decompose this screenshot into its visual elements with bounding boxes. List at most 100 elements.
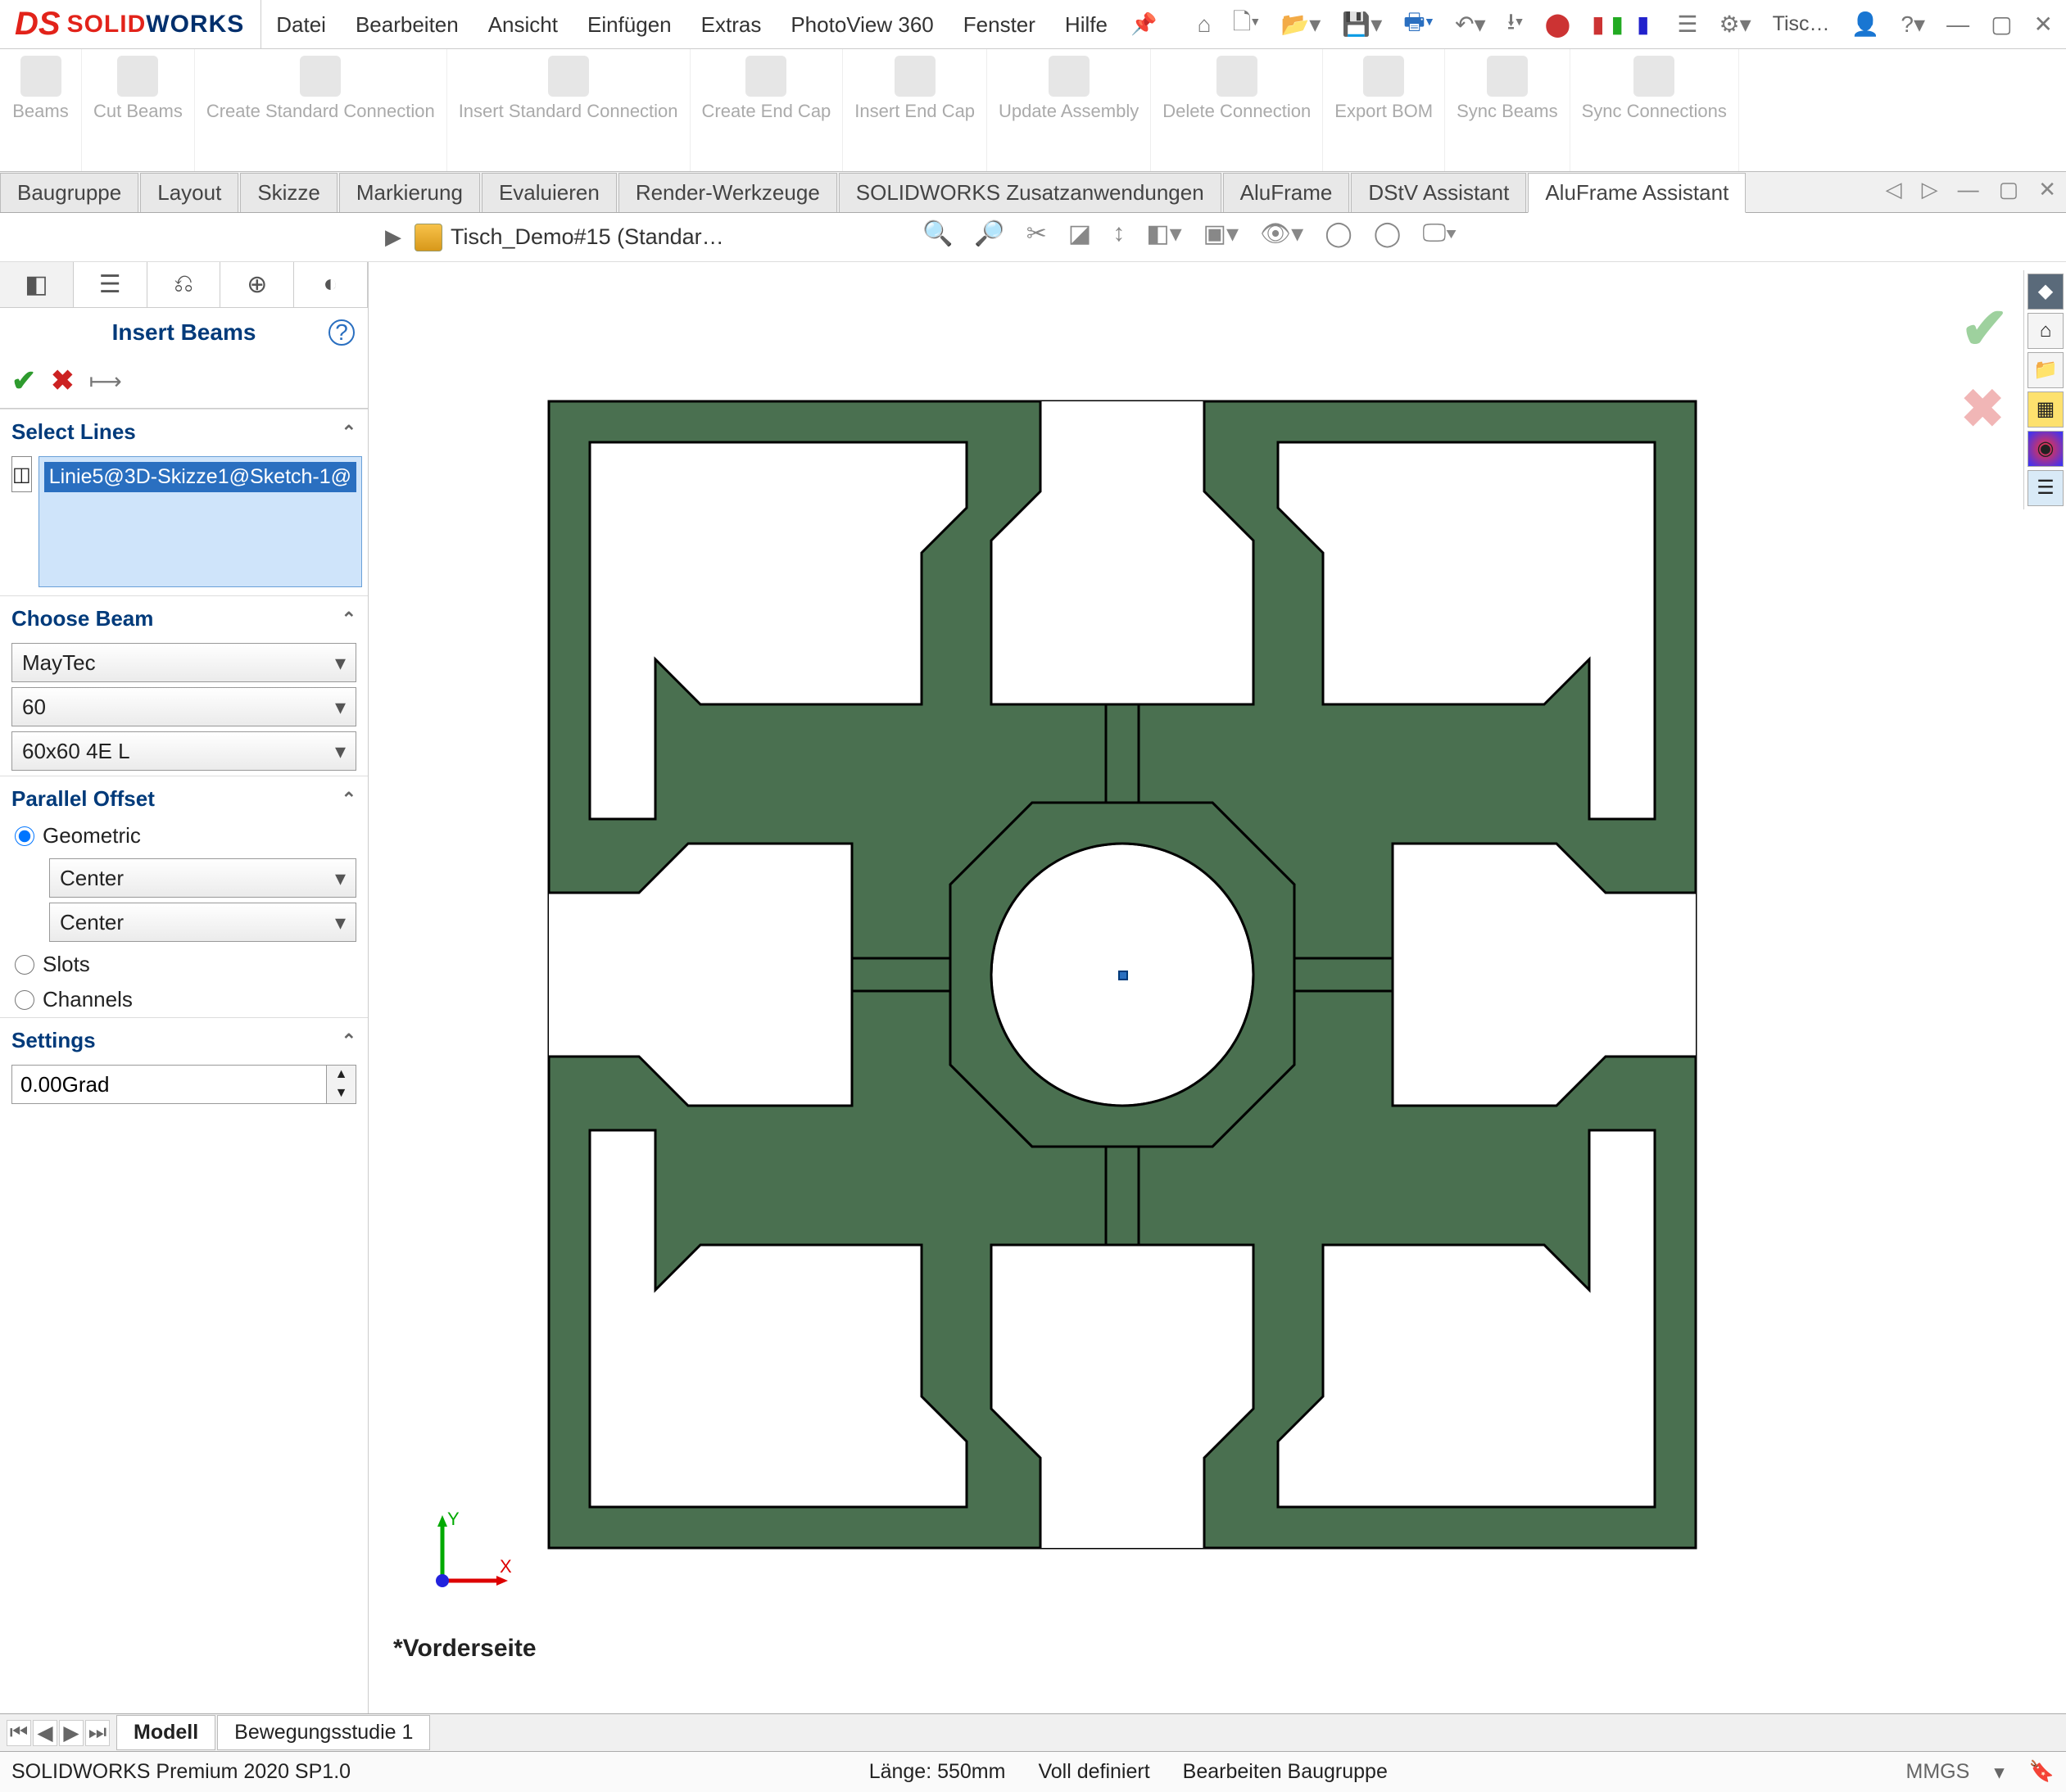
gear-icon[interactable]: ⚙▾ — [1712, 11, 1757, 38]
help-icon[interactable]: ?▾ — [1894, 11, 1932, 38]
selection-filter-icon[interactable]: ◫ — [11, 456, 32, 492]
status-custom-icon[interactable]: ▾ — [1994, 1760, 2005, 1785]
ribbon-sync-conn[interactable]: Sync Connections — [1570, 49, 1739, 171]
tab-dstv[interactable]: DStV Assistant — [1351, 173, 1526, 212]
tab-last-icon[interactable]: ⏭ — [85, 1720, 110, 1746]
tp-design-lib-icon[interactable]: ⌂ — [2027, 313, 2064, 349]
orient-icon[interactable]: ↕ — [1108, 219, 1130, 248]
radio-channels[interactable] — [15, 990, 34, 1010]
pm-tab-config-icon[interactable]: ⎌ — [147, 262, 221, 307]
status-units[interactable]: MMGS — [1906, 1760, 1970, 1784]
ribbon-sync-beams[interactable]: Sync Beams — [1445, 49, 1570, 171]
tab-motion-study[interactable]: Bewegungsstudie 1 — [217, 1715, 430, 1750]
menu-datei[interactable]: Datei — [261, 0, 341, 49]
new-doc-icon[interactable]: 🗋▾ — [1226, 5, 1266, 44]
doc-close-icon[interactable]: ✕ — [2033, 177, 2061, 202]
tab-layout[interactable]: Layout — [140, 173, 238, 212]
offset-axis2-dropdown[interactable]: Center▾ — [49, 903, 356, 942]
selection-list[interactable]: Linie5@3D-Skizze1@Sketch-1@ — [39, 456, 362, 587]
search-input[interactable]: Tisc… — [1766, 12, 1837, 36]
doc-maximize-icon[interactable]: ▢ — [1994, 177, 2024, 202]
ribbon-create-endcap[interactable]: Create End Cap — [691, 49, 844, 171]
print-icon[interactable]: 🖶▾ — [1397, 5, 1440, 44]
doc-next-icon[interactable]: ▷ — [1917, 177, 1943, 202]
magnify-icon[interactable]: ✂ — [1022, 219, 1052, 248]
menu-bearbeiten[interactable]: Bearbeiten — [341, 0, 473, 49]
pin-icon[interactable]: 📌 — [1122, 11, 1165, 37]
tp-file-explorer-icon[interactable]: 📁 — [2027, 352, 2064, 388]
viewport-ok-icon[interactable]: ✔ — [1960, 295, 2009, 362]
options-colorbar-icon[interactable]: ▮▮▮ — [1585, 11, 1662, 38]
pm-tab-dimxpert-icon[interactable]: ⊕ — [220, 262, 294, 307]
ribbon-delete-conn[interactable]: Delete Connection — [1151, 49, 1323, 171]
tp-custom-props-icon[interactable]: ☰ — [2027, 470, 2064, 506]
tp-appearance-icon[interactable]: ◉ — [2027, 431, 2064, 467]
panel-help-icon[interactable]: ? — [328, 319, 355, 346]
tab-aluframe-assistant[interactable]: AluFrame Assistant — [1528, 173, 1746, 213]
ribbon-create-std-conn[interactable]: Create Standard Connection — [195, 49, 447, 171]
select-icon[interactable]: ⭳▾ — [1501, 5, 1530, 44]
tab-next-icon[interactable]: ▶ — [59, 1720, 84, 1746]
menu-hilfe[interactable]: Hilfe — [1050, 0, 1122, 49]
section-icon[interactable]: ◪ — [1063, 219, 1096, 248]
size-dropdown[interactable]: 60▾ — [11, 687, 356, 726]
tab-markierung[interactable]: Markierung — [339, 173, 480, 212]
zoom-fit-icon[interactable]: 🔍 — [917, 219, 958, 248]
spin-down-icon[interactable]: ▼ — [327, 1084, 356, 1103]
collapse-icon[interactable]: ⌃ — [342, 789, 356, 810]
collapse-icon[interactable]: ⌃ — [342, 609, 356, 630]
tab-modell[interactable]: Modell — [116, 1715, 215, 1750]
menu-fenster[interactable]: Fenster — [949, 0, 1050, 49]
open-icon[interactable]: 📂▾ — [1274, 11, 1327, 38]
collapse-icon[interactable]: ⌃ — [342, 1030, 356, 1052]
viewport-cancel-icon[interactable]: ✖ — [1960, 378, 2009, 440]
menu-einfuegen[interactable]: Einfügen — [573, 0, 686, 49]
ribbon-update-assembly[interactable]: Update Assembly — [987, 49, 1151, 171]
profile-dropdown[interactable]: 60x60 4E L▾ — [11, 731, 356, 771]
screen-icon[interactable]: 🖵▾ — [1417, 219, 1461, 248]
ok-button[interactable]: ✔ — [11, 364, 36, 398]
offset-axis1-dropdown[interactable]: Center▾ — [49, 858, 356, 898]
maximize-icon[interactable]: ▢ — [1984, 11, 2018, 38]
display-style-icon[interactable]: ◧▾ — [1141, 219, 1186, 248]
status-tag-icon[interactable]: 🔖 — [2029, 1760, 2055, 1784]
breadcrumb-chevron-icon[interactable]: ▶ — [385, 224, 406, 250]
ribbon-beams[interactable]: Beams — [0, 49, 82, 171]
selection-item[interactable]: Linie5@3D-Skizze1@Sketch-1@ — [44, 462, 356, 492]
user-icon[interactable]: 👤 — [1845, 11, 1887, 38]
menu-extras[interactable]: Extras — [686, 0, 777, 49]
tab-first-icon[interactable]: ⏮ — [7, 1720, 31, 1746]
undo-icon[interactable]: ↶▾ — [1448, 11, 1493, 38]
zoom-area-icon[interactable]: 🔎 — [969, 219, 1009, 248]
menu-ansicht[interactable]: Ansicht — [473, 0, 573, 49]
minimize-icon[interactable]: — — [1940, 11, 1976, 38]
doc-prev-icon[interactable]: ◁ — [1881, 177, 1907, 202]
tab-prev-icon[interactable]: ◀ — [33, 1720, 57, 1746]
tab-skizze[interactable]: Skizze — [240, 173, 338, 212]
breadcrumb[interactable]: Tisch_Demo#15 (Standar… — [451, 224, 724, 250]
graphics-viewport[interactable]: ✔ ✖ — [369, 262, 2066, 1736]
hide-show-icon[interactable]: ▣▾ — [1198, 219, 1244, 248]
options-list-icon[interactable]: ☰ — [1670, 11, 1704, 38]
radio-geometric[interactable] — [15, 826, 34, 846]
angle-input[interactable] — [11, 1065, 327, 1104]
rebuild-icon[interactable]: ⬤ — [1538, 11, 1577, 38]
tab-evaluieren[interactable]: Evaluieren — [482, 173, 617, 212]
pushpin-icon[interactable]: ⟼ — [89, 368, 122, 395]
collapse-icon[interactable]: ⌃ — [342, 422, 356, 443]
tab-baugruppe[interactable]: Baugruppe — [0, 173, 138, 212]
tp-view-palette-icon[interactable]: ▦ — [2027, 391, 2064, 428]
tab-render[interactable]: Render-Werkzeuge — [618, 173, 837, 212]
pm-tab-appearance-icon[interactable]: ◐ — [294, 262, 368, 307]
appearance-icon[interactable]: 👁▾ — [1255, 219, 1308, 248]
scene-icon[interactable]: ◯ — [1320, 219, 1357, 248]
tp-resources-icon[interactable]: ◆ — [2027, 274, 2064, 310]
spin-up-icon[interactable]: ▲ — [327, 1066, 356, 1084]
ribbon-insert-endcap[interactable]: Insert End Cap — [843, 49, 987, 171]
pm-tab-property-icon[interactable]: ☰ — [74, 262, 147, 307]
doc-minimize-icon[interactable]: — — [1953, 177, 1984, 202]
ribbon-export-bom[interactable]: Export BOM — [1323, 49, 1445, 171]
vendor-dropdown[interactable]: MayTec▾ — [11, 643, 356, 682]
render-icon[interactable]: ◯ — [1369, 219, 1407, 248]
save-icon[interactable]: 💾▾ — [1335, 11, 1389, 38]
